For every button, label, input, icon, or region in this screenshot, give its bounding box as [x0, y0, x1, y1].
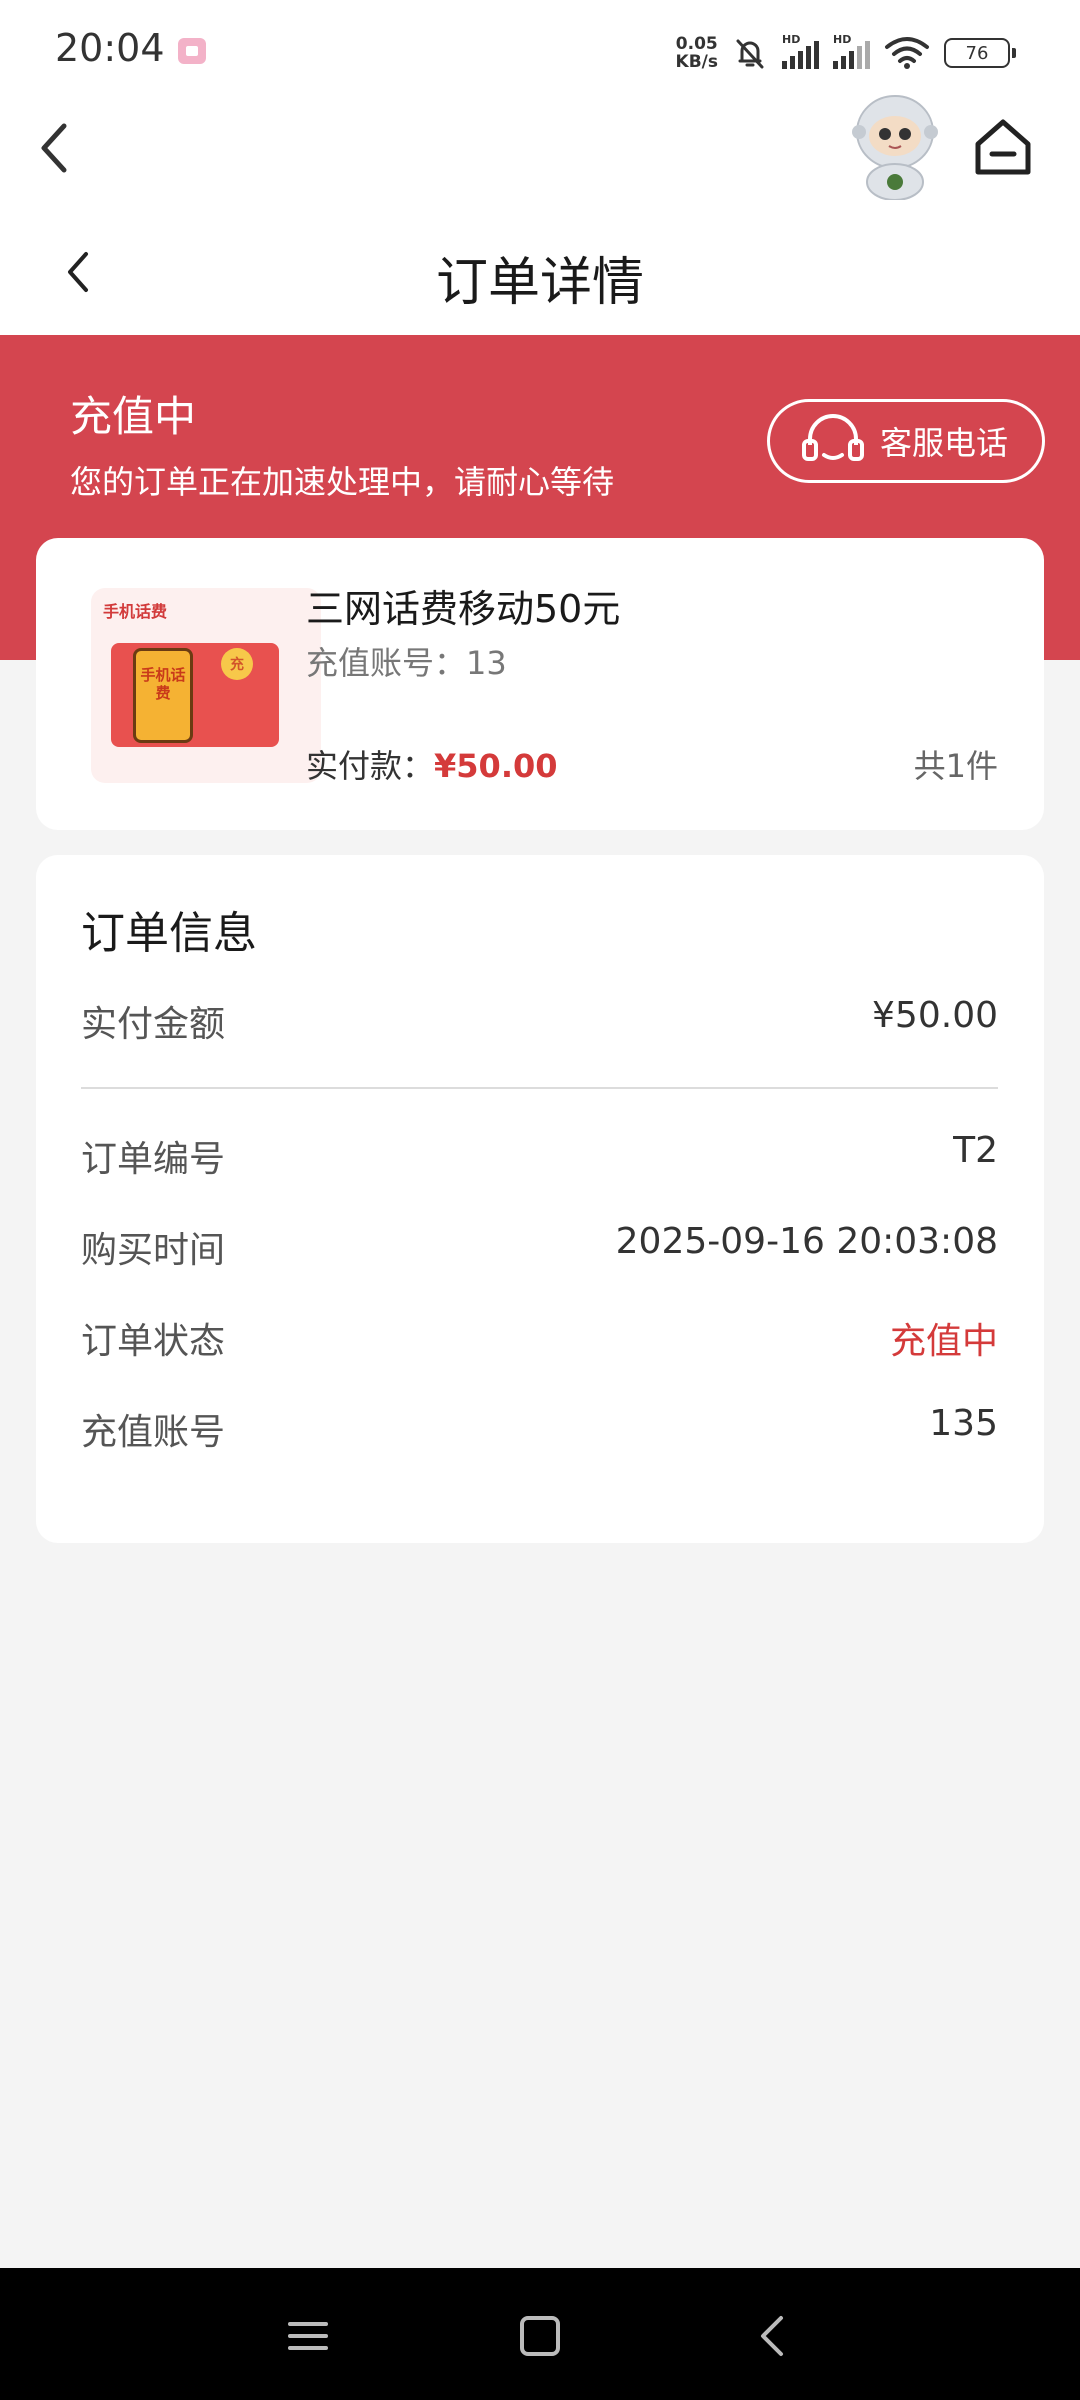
page-header: 订单详情 [0, 210, 1080, 335]
product-account: 充值账号：13 [306, 644, 507, 682]
system-nav-bar [0, 2268, 1080, 2400]
product-title: 三网话费移动50元 [306, 587, 621, 631]
banner-subtitle: 您的订单正在加速处理中，请耐心等待 [70, 463, 615, 501]
order-status-row: 订单状态 充值中 [81, 1312, 998, 1364]
network-speed: 0.05 KB/s [675, 34, 718, 72]
back-icon[interactable] [30, 118, 80, 178]
paid-amount-row: 实付款：¥50.00 [306, 747, 558, 785]
page-title: 订单详情 [435, 253, 644, 313]
back-triangle-icon[interactable] [745, 2308, 801, 2364]
banner-status: 充值中 [70, 392, 197, 441]
paid-amount: ¥50.00 [434, 747, 558, 785]
status-bar: 20:04 0.05 KB/s HD HD 76 [0, 0, 1080, 100]
product-card[interactable]: 手机话费 手机话费 充 三网话费移动50元 充值账号：13 实付款：¥50.00… [36, 538, 1044, 830]
order-info-card: 订单信息 实付金额 ¥50.00 订单编号 T2 购买时间 2025-09-16… [36, 855, 1044, 1543]
status-time: 20:04 [55, 26, 165, 70]
menu-icon[interactable] [280, 2308, 336, 2364]
robot-mascot-icon[interactable] [845, 90, 945, 200]
product-image: 手机话费 手机话费 充 [91, 588, 321, 783]
top-nav [0, 95, 1080, 210]
customer-service-label: 客服电话 [880, 424, 1009, 462]
recharge-account-row: 充值账号 135 [81, 1403, 998, 1453]
headset-icon [802, 414, 864, 461]
order-info-title: 订单信息 [81, 908, 257, 959]
status-icons: 0.05 KB/s HD HD 76 [675, 28, 1016, 78]
order-number-row: 订单编号 T2 [81, 1130, 998, 1180]
signal-strength-1-icon: HD [782, 33, 819, 69]
battery-icon: 76 [944, 38, 1016, 68]
notification-icon [178, 38, 206, 64]
home-icon[interactable] [970, 114, 1036, 180]
amount-row: 实付金额 ¥50.00 [81, 995, 998, 1045]
home-square-icon[interactable] [512, 2308, 568, 2364]
purchase-time-row: 购买时间 2025-09-16 20:03:08 [81, 1221, 998, 1271]
item-quantity: 共1件 [913, 747, 998, 785]
customer-service-button[interactable]: 客服电话 [767, 399, 1045, 483]
wifi-icon [885, 37, 929, 69]
order-status-value: 充值中 [889, 1321, 998, 1362]
divider [81, 1087, 998, 1089]
mute-bell-icon [736, 39, 764, 69]
signal-strength-2-icon: HD [833, 33, 870, 69]
